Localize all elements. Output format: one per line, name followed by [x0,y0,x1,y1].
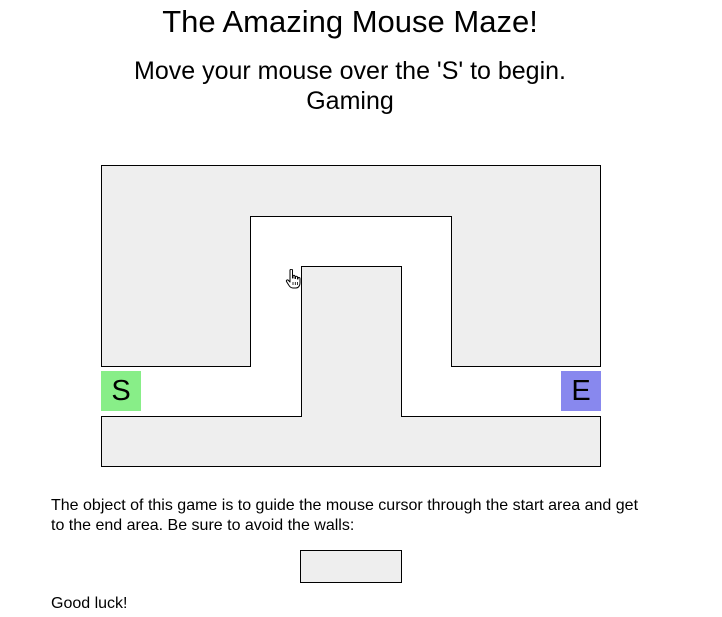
maze-wall-center-pillar[interactable] [301,266,402,417]
maze-wall-bottom-join [302,415,401,418]
maze-wall-top-fill [102,166,600,216]
instruction-text: Move your mouse over the 'S' to begin. [134,57,566,85]
page-title: The Amazing Mouse Maze! [162,4,538,39]
good-luck-text: Good luck! [51,595,128,612]
end-zone[interactable]: E [561,371,601,411]
game-status: Gaming [306,87,394,115]
start-zone[interactable]: S [101,371,141,411]
description-text: The object of this game is to guide the … [51,497,639,534]
wall-sample-swatch [300,550,402,583]
hand-cursor-icon [285,269,301,289]
maze-wall-bottom[interactable] [101,416,601,467]
game-page: The Amazing Mouse Maze! Move your mouse … [0,0,722,617]
